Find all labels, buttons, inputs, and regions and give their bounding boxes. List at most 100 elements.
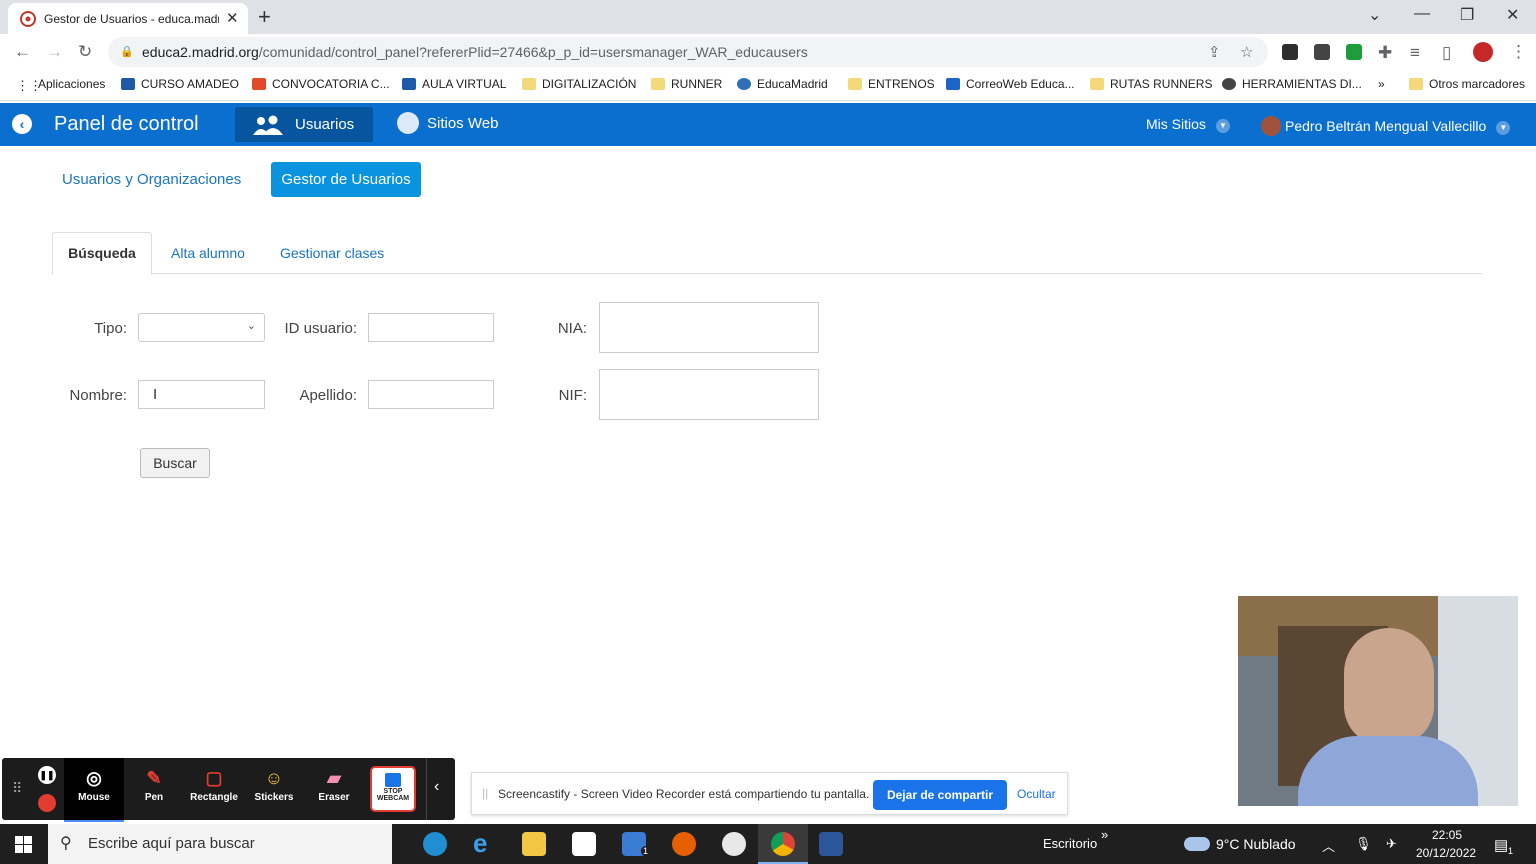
sitios-web-menu[interactable]: Sitios Web (397, 112, 498, 134)
bookmark-item[interactable]: RUTAS RUNNERS (1090, 77, 1212, 91)
windows-start-icon[interactable] (15, 836, 32, 853)
sc-pen-tool[interactable]: ✎ Pen (124, 758, 184, 820)
extensions-puzzle-icon[interactable]: ✚ (1378, 43, 1392, 63)
extension-icon[interactable] (1282, 44, 1298, 60)
app-icon[interactable] (722, 832, 746, 856)
search-placeholder: Escribe aquí para buscar (88, 835, 255, 852)
gestor-usuarios-button[interactable]: Gestor de Usuarios (271, 162, 421, 197)
tipo-select[interactable]: ⌄ (138, 313, 265, 342)
buscar-button[interactable]: Buscar (140, 448, 210, 478)
browser-menu-icon[interactable]: ⋮ (1510, 42, 1527, 62)
folder-icon (848, 78, 862, 90)
extension-icon[interactable] (1314, 44, 1330, 60)
eraser-icon: ▰ (327, 768, 341, 788)
nombre-input[interactable]: I (138, 380, 265, 409)
tab-search-icon[interactable]: ⌄ (1368, 5, 1381, 25)
browser-tab-title: Gestor de Usuarios - educa.madrid (44, 12, 219, 26)
chevron-down-icon: ⌄ (246, 320, 256, 332)
tab-alta-alumno[interactable]: Alta alumno (171, 245, 245, 261)
tab-busqueda[interactable]: Búsqueda (52, 232, 152, 275)
pause-icon[interactable]: ❚❚ (38, 766, 56, 784)
usuarios-menu[interactable]: Usuarios (235, 107, 373, 142)
profile-avatar-icon[interactable] (1473, 42, 1493, 62)
bookmark-item[interactable]: ENTRENOS (848, 77, 935, 91)
user-menu[interactable]: Pedro Beltrán Mengual Vallecillo ▼ (1261, 116, 1511, 136)
apellido-input[interactable] (368, 380, 494, 409)
address-bar[interactable]: 🔒 educa2.madrid.org/comunidad/control_pa… (108, 37, 1268, 67)
clock-time[interactable]: 22:05 (1432, 828, 1462, 842)
close-window-icon[interactable]: ✕ (1506, 5, 1519, 25)
edge-icon[interactable] (423, 832, 447, 856)
stop-sharing-button[interactable]: Dejar de compartir (873, 780, 1007, 810)
sc-eraser-tool[interactable]: ▰ Eraser (304, 758, 364, 820)
firefox-icon[interactable] (672, 832, 696, 856)
sc-mouse-tool[interactable]: ◎ Mouse (64, 758, 124, 822)
reload-icon[interactable]: ↻ (78, 42, 92, 62)
bookmark-item[interactable]: ⋮⋮Aplicaciones (16, 77, 105, 93)
tipo-label: Tipo: (94, 320, 127, 337)
taskbar-search[interactable]: ⚲ Escribe aquí para buscar (48, 824, 392, 864)
bookmark-item[interactable]: CorreoWeb Educa... (946, 77, 1075, 91)
airplane-mode-icon[interactable]: ✈ (1386, 836, 1397, 852)
minimize-icon[interactable]: — (1414, 5, 1430, 23)
bookmark-item[interactable]: AULA VIRTUAL (402, 77, 506, 91)
word-icon[interactable] (819, 832, 843, 856)
person-shirt (1298, 736, 1478, 806)
bookmark-item[interactable]: HERRAMIENTAS DI... (1222, 77, 1362, 91)
nia-textarea[interactable] (599, 302, 819, 353)
close-tab-icon[interactable]: ✕ (226, 9, 239, 27)
share-icon[interactable]: ⇪ (1208, 43, 1221, 61)
mis-sitios-menu[interactable]: Mis Sitios ▼ (1146, 116, 1230, 133)
id-usuario-input[interactable] (368, 313, 494, 342)
graduation-cap-icon (402, 78, 416, 90)
url-text[interactable]: educa2.madrid.org/comunidad/control_pane… (142, 44, 808, 60)
stop-webcam-button[interactable]: STOP WEBCAM (370, 766, 416, 812)
internet-explorer-icon[interactable]: e (473, 828, 487, 859)
extension-icon[interactable] (1346, 44, 1362, 60)
usuarios-organizaciones-link[interactable]: Usuarios y Organizaciones (62, 171, 241, 188)
microphone-icon[interactable]: 🎙 (1355, 836, 1372, 852)
collapse-chevron-icon[interactable]: ‹ (434, 778, 439, 796)
site-favicon-icon (20, 11, 36, 27)
panel-title: Panel de control (54, 113, 199, 135)
webcam-preview[interactable] (1238, 596, 1518, 806)
bookmark-item[interactable]: CURSO AMADEO (121, 77, 239, 91)
bookmarks-overflow-icon[interactable]: » (1378, 77, 1385, 91)
drag-handle-icon[interactable]: || (482, 786, 488, 800)
stop-record-icon[interactable] (38, 794, 56, 812)
media-icon[interactable]: ≡ (1410, 43, 1420, 63)
store-icon[interactable] (572, 832, 596, 856)
weather[interactable]: 9°C Nublado (1216, 836, 1296, 852)
notifications-icon[interactable]: ▤ (1494, 836, 1508, 854)
bookmark-item[interactable]: DIGITALIZACIÓN (522, 77, 636, 91)
bookmark-item[interactable]: CONVOCATORIA C... (252, 77, 390, 91)
new-tab-icon[interactable]: + (258, 4, 271, 30)
file-explorer-icon[interactable] (522, 832, 546, 856)
globe-icon (737, 78, 751, 90)
hide-link[interactable]: Ocultar (1017, 787, 1056, 801)
search-icon: ⚲ (60, 835, 72, 852)
tab-gestionar-clases[interactable]: Gestionar clases (280, 245, 384, 261)
person-head (1344, 628, 1434, 746)
chrome-taskbar-item[interactable] (758, 824, 808, 864)
show-hidden-icons-icon[interactable]: ︿ (1322, 836, 1335, 855)
bookmark-star-icon[interactable]: ☆ (1240, 43, 1253, 61)
back-arrow-icon[interactable]: ‹ (12, 114, 32, 134)
restore-icon[interactable]: ❐ (1460, 5, 1474, 25)
other-bookmarks[interactable]: Otros marcadores (1409, 77, 1525, 91)
side-panel-icon[interactable]: ▯ (1442, 43, 1451, 63)
sc-rectangle-tool[interactable]: ▢ Rectangle (184, 758, 244, 820)
desktop-toolbar[interactable]: Escritorio (1043, 836, 1097, 851)
bookmark-item[interactable]: EducaMadrid (737, 77, 828, 91)
drag-handle-icon[interactable]: ⠿ (12, 780, 22, 797)
site-icon (252, 78, 266, 90)
chrome-icon (771, 832, 795, 856)
clock-date[interactable]: 20/12/2022 (1416, 846, 1476, 860)
forward-icon[interactable]: → (46, 42, 63, 62)
back-icon[interactable]: ← (14, 42, 31, 62)
browser-tab[interactable]: Gestor de Usuarios - educa.madrid ✕ (8, 3, 248, 34)
toolbar-overflow-icon[interactable]: » (1101, 827, 1108, 842)
sc-stickers-tool[interactable]: ☺ Stickers (244, 758, 304, 820)
nif-textarea[interactable] (599, 369, 819, 420)
bookmark-item[interactable]: RUNNER (651, 77, 722, 91)
